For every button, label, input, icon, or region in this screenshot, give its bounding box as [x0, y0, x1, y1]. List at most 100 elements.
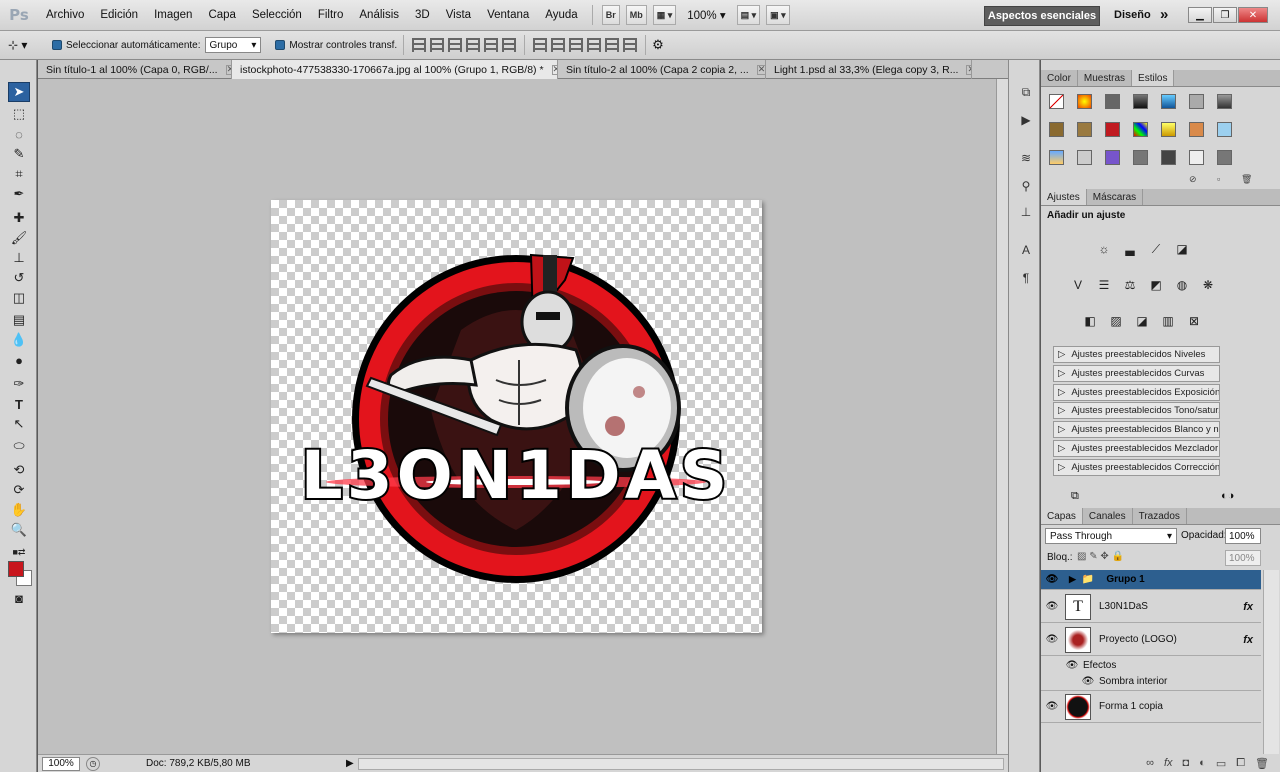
eye-icon[interactable]: 👁: [1041, 574, 1063, 585]
view-extras-button[interactable]: ▦ ▾: [652, 5, 677, 25]
expand-icon[interactable]: ▶: [1069, 574, 1076, 585]
tab-color[interactable]: Color: [1041, 70, 1078, 86]
status-zoom-field[interactable]: 100%: [42, 756, 80, 771]
menu-analisis[interactable]: Análisis: [351, 9, 407, 21]
layer-forma-1-copia[interactable]: 👁 Forma 1 copia: [1041, 691, 1261, 723]
adjustment-options-icon[interactable]: ◐◑: [1221, 490, 1234, 502]
brush-presets-icon[interactable]: ≋: [1017, 150, 1035, 166]
tab-muestras[interactable]: Muestras: [1078, 70, 1133, 86]
close-icon[interactable]: ✕: [1238, 7, 1268, 23]
align-left-icon[interactable]: [466, 38, 481, 52]
bridge-button[interactable]: Br: [601, 5, 620, 25]
blend-mode-dropdown[interactable]: Pass Through ▾: [1045, 528, 1177, 544]
workspace-essentials-button[interactable]: Aspectos esenciales: [984, 6, 1100, 26]
style-swatch[interactable]: [1161, 94, 1176, 109]
menu-imagen[interactable]: Imagen: [146, 9, 200, 21]
minimize-icon[interactable]: ▁: [1188, 7, 1212, 23]
exposure-icon[interactable]: ◪: [1173, 240, 1191, 258]
preset-correccion[interactable]: ▷ Ajustes preestablecidos Corrección ...: [1053, 459, 1220, 476]
eyedropper-tool-icon[interactable]: ✒: [8, 184, 30, 204]
distribute-right-icon[interactable]: [623, 38, 638, 52]
style-swatch[interactable]: [1133, 150, 1148, 165]
style-swatch[interactable]: [1161, 150, 1176, 165]
style-swatch[interactable]: [1133, 94, 1148, 109]
brush-tool-icon[interactable]: 🖌: [8, 228, 30, 248]
style-swatch[interactable]: [1105, 150, 1120, 165]
fx-icon[interactable]: fx: [1243, 601, 1253, 613]
lasso-tool-icon[interactable]: ◌: [8, 124, 30, 144]
actions-panel-icon[interactable]: ▶: [1017, 112, 1035, 128]
distribute-bottom-icon[interactable]: [569, 38, 584, 52]
threshold-icon[interactable]: ◪: [1133, 312, 1151, 330]
preset-tono-saturacion[interactable]: ▷ Ajustes preestablecidos Tono/satur...: [1053, 402, 1220, 419]
canvas-area[interactable]: L3ON1DAS: [38, 79, 996, 754]
add-mask-icon[interactable]: ◘: [1183, 757, 1190, 769]
tab-trazados[interactable]: Trazados: [1133, 508, 1187, 524]
tab-estilos[interactable]: Estilos: [1132, 70, 1175, 86]
dodge-tool-icon[interactable]: ●: [8, 350, 30, 370]
swap-colors-icon[interactable]: ■⇄: [8, 542, 30, 562]
quick-select-tool-icon[interactable]: ✎: [8, 144, 30, 164]
preset-curvas[interactable]: ▷ Ajustes preestablecidos Curvas: [1053, 365, 1220, 382]
auto-align-icon[interactable]: ⚙: [652, 37, 664, 53]
vertical-scrollbar[interactable]: [996, 79, 1008, 754]
3d-orbit-tool-icon[interactable]: ⟳: [8, 480, 30, 500]
selective-color-icon[interactable]: ⊠: [1185, 312, 1203, 330]
clear-style-icon[interactable]: ⊘: [1189, 174, 1197, 185]
show-transform-checkbox[interactable]: [275, 40, 286, 50]
align-bottom-icon[interactable]: [448, 38, 463, 52]
doc-tab-sin-titulo-1[interactable]: Sin título-1 al 100% (Capa 0, RGB/...✕: [38, 60, 232, 79]
close-icon[interactable]: ✕: [756, 64, 765, 75]
clip-adjustment-icon[interactable]: ⧉: [1071, 490, 1079, 503]
align-right-icon[interactable]: [502, 38, 517, 52]
new-group-icon[interactable]: ▭: [1216, 757, 1226, 770]
style-swatch[interactable]: [1217, 150, 1232, 165]
zoom-level-dropdown[interactable]: 100% ▾: [679, 8, 733, 22]
auto-select-checkbox[interactable]: [52, 40, 62, 50]
layer-grupo-1[interactable]: 👁 ▶ 📁 Grupo 1: [1041, 570, 1261, 590]
eye-icon[interactable]: 👁: [1041, 634, 1063, 645]
distribute-hcenter-icon[interactable]: [605, 38, 620, 52]
fill-field[interactable]: 100%: [1225, 550, 1261, 566]
menu-filtro[interactable]: Filtro: [310, 9, 352, 21]
type-tool-icon[interactable]: T: [8, 394, 30, 414]
marquee-tool-icon[interactable]: ⬚: [8, 104, 30, 124]
style-swatch[interactable]: [1049, 122, 1064, 137]
status-menu-arrow-icon[interactable]: ▶: [346, 758, 354, 769]
close-icon[interactable]: ✕: [966, 64, 971, 75]
new-layer-icon[interactable]: ⧠: [1236, 757, 1245, 770]
style-swatch[interactable]: [1105, 94, 1120, 109]
style-swatch[interactable]: [1049, 94, 1064, 109]
gradient-tool-icon[interactable]: ▤: [8, 310, 30, 330]
new-style-icon[interactable]: ▫: [1217, 174, 1220, 184]
style-swatch[interactable]: [1077, 122, 1092, 137]
menu-3d[interactable]: 3D: [407, 9, 438, 21]
3d-rotate-tool-icon[interactable]: ⟲: [8, 460, 30, 480]
restore-icon[interactable]: ❐: [1213, 7, 1237, 23]
tab-canales[interactable]: Canales: [1083, 508, 1133, 524]
menu-vista[interactable]: Vista: [438, 9, 479, 21]
style-swatch[interactable]: [1189, 94, 1204, 109]
eye-icon[interactable]: 👁: [1041, 601, 1063, 612]
workspace-design-button[interactable]: Diseño: [1114, 9, 1151, 21]
preset-mezclador[interactable]: ▷ Ajustes preestablecidos Mezclador ...: [1053, 440, 1220, 457]
layer-effects-row[interactable]: 👁 Efectos: [1041, 657, 1261, 673]
minibridge-button[interactable]: Mb: [625, 5, 647, 25]
vibrance-icon[interactable]: V: [1069, 276, 1087, 294]
clone-stamp-tool-icon[interactable]: ⊥: [8, 248, 30, 268]
style-swatch[interactable]: [1077, 94, 1092, 109]
document-canvas[interactable]: L3ON1DAS: [271, 200, 762, 633]
brightness-icon[interactable]: ☼: [1095, 240, 1113, 258]
zoom-tool-icon[interactable]: 🔍: [8, 520, 30, 540]
levels-icon[interactable]: ▃: [1121, 240, 1139, 258]
status-info-icon[interactable]: ◷: [86, 756, 100, 771]
history-brush-tool-icon[interactable]: ↺: [8, 268, 30, 288]
menu-ayuda[interactable]: Ayuda: [537, 9, 585, 21]
trash-icon[interactable]: 🗑: [1255, 757, 1269, 770]
black-white-icon[interactable]: ◩: [1147, 276, 1165, 294]
distribute-left-icon[interactable]: [587, 38, 602, 52]
history-panel-icon[interactable]: ⧉: [1017, 84, 1035, 100]
style-swatch[interactable]: [1077, 150, 1092, 165]
doc-tab-sin-titulo-2[interactable]: Sin título-2 al 100% (Capa 2 copia 2, ..…: [558, 60, 766, 79]
move-tool-preset-icon[interactable]: ⊹ ▾: [8, 38, 44, 52]
